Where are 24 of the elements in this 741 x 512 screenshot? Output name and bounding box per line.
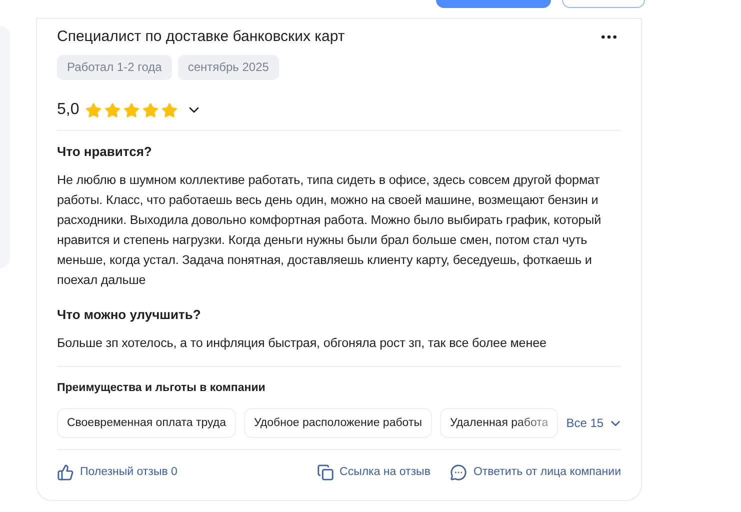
star-icon: [161, 102, 178, 118]
benefit-chip: Своевременная оплата труда: [57, 408, 236, 438]
benefits-heading: Преимущества и льготы в компании: [57, 381, 266, 396]
benefit-chip: Удаленная работа: [440, 408, 558, 438]
section-text: Не люблю в шумном коллективе работать, типа сидеть в офисе, здесь совсем другой формат работы. Класс, что работаешь весь день один, можно на своей машине, возмещают бензин и расходники. Выходила довольно комфортная работа. Можно было выбирать график, который нравится и степень нагрузки. Когда деньги нужны были брал больше смен, потом стал чуть меньше, когда устал. Задача понятная, доставляешь клиенту карту, беседуешь, фоткаешь и поехал дальше: [57, 172, 602, 289]
section-text: Больше зп хотелось, а то инфляция быстрая, обгоняла рост зп, так все более менее: [57, 335, 548, 352]
section-heading: Что нравится?: [57, 143, 153, 161]
section-heading: Что можно улучшить?: [57, 306, 202, 324]
copy-icon: [316, 464, 334, 482]
tag: Работал 1-2 года: [57, 55, 172, 80]
thumbs-up-icon: [57, 464, 74, 482]
star-icon: [142, 102, 160, 118]
tag: сентябрь 2025: [178, 55, 279, 80]
rating-value: 5,0: [57, 100, 80, 120]
show-all-button[interactable]: Все 15: [566, 414, 623, 432]
like-action[interactable]: Полезный отзыв 0: [57, 464, 178, 482]
link-action[interactable]: Ссылка на отзыв: [316, 464, 430, 482]
star-icon: [104, 102, 122, 118]
chat-bubble-icon: [450, 464, 468, 482]
star-icon: [85, 102, 102, 118]
star-icon: [123, 102, 140, 118]
reply-action[interactable]: Ответить от лица компании: [450, 464, 621, 482]
review-title: Специалист по доставке банковских карт: [57, 27, 345, 47]
benefit-chip: Удобное расположение работы: [244, 408, 432, 438]
